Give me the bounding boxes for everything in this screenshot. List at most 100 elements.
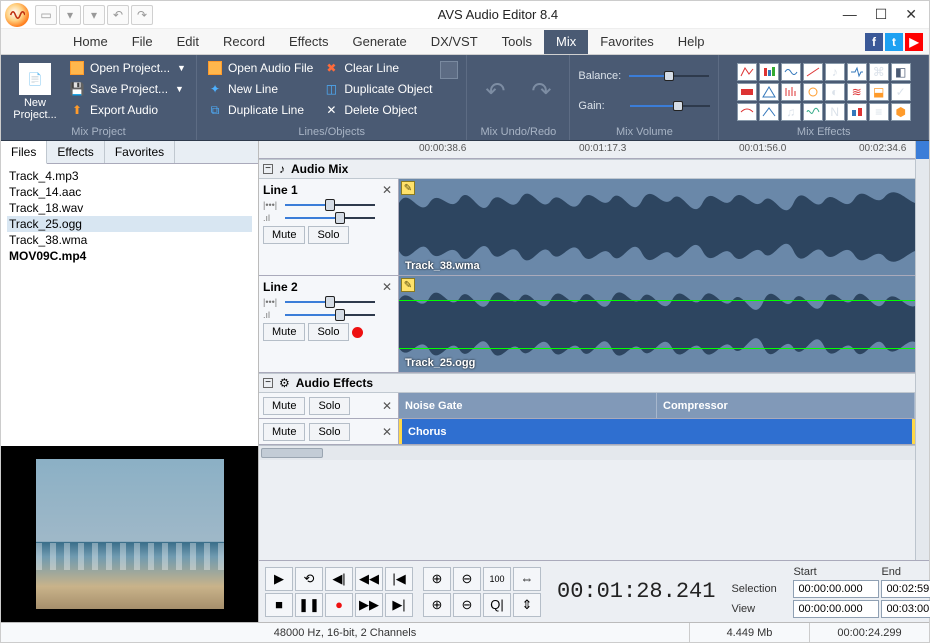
mute-button[interactable]: Mute [263,323,305,341]
solo-button[interactable]: Solo [309,423,349,441]
effect-block[interactable]: Chorus [399,419,915,444]
forward-button[interactable]: ▶▶ [355,593,383,617]
loop-button[interactable]: ⟲ [295,567,323,591]
qat-new-icon[interactable]: ▭ [35,5,57,25]
prev-button[interactable]: ◀| [325,567,353,591]
youtube-icon[interactable]: ▶ [905,33,923,51]
stop-button[interactable]: ■ [265,593,293,617]
view-end[interactable]: 00:03:00.000 [881,600,930,618]
qat-undo-icon[interactable]: ↶ [107,5,129,25]
close-track-icon[interactable]: ✕ [380,280,394,294]
menu-mix[interactable]: Mix [544,30,588,54]
effect-button[interactable]: ♪ [825,63,845,81]
file-item[interactable]: Track_4.mp3 [7,168,252,184]
tab-favorites[interactable]: Favorites [105,141,175,163]
effect-button[interactable] [847,103,867,121]
file-item[interactable]: Track_14.aac [7,184,252,200]
vertical-scrollbar[interactable] [915,159,929,560]
menu-help[interactable]: Help [666,30,717,54]
menu-tools[interactable]: Tools [490,30,544,54]
rewind-button[interactable]: ◀◀ [355,567,383,591]
effect-block[interactable]: Compressor [657,393,915,418]
waveform-area[interactable]: ✎ Track_38.wma [399,179,915,275]
zoom-fit-button[interactable]: Q| [483,593,511,617]
new-line-button[interactable]: ✦New Line [205,80,315,98]
twitter-icon[interactable]: t [885,33,903,51]
facebook-icon[interactable]: f [865,33,883,51]
clear-line-button[interactable]: ✖Clear Line [321,59,434,77]
new-project-button[interactable]: 📄 New Project... [9,59,61,124]
delete-object-button[interactable]: ✕Delete Object [321,101,434,119]
effect-button[interactable] [847,63,867,81]
menu-dxvst[interactable]: DX/VST [419,30,490,54]
zoom-sel-button[interactable]: ⇔ [513,567,541,591]
effect-button[interactable] [803,103,823,121]
file-item[interactable]: MOV09C.mp4 [7,248,252,264]
start-button[interactable]: |◀ [385,567,413,591]
close-button[interactable]: ✕ [905,6,917,23]
horizontal-scrollbar[interactable] [259,445,915,460]
qat-save-icon[interactable]: ▾ [83,5,105,25]
zoom-region-button[interactable]: ⇕ [513,593,541,617]
end-button[interactable]: ▶| [385,593,413,617]
volume-slider[interactable] [285,310,375,320]
zoom-vert-in-button[interactable]: ⊕ [423,593,451,617]
effect-button[interactable]: ◐ [825,83,845,101]
open-project-button[interactable]: Open Project...▼ [67,59,188,77]
close-effect-icon[interactable]: ✕ [380,399,394,413]
vertical-scrollbar[interactable] [915,141,929,159]
mute-button[interactable]: Mute [263,397,305,415]
tab-files[interactable]: Files [1,141,47,164]
play-button[interactable]: ▶ [265,567,293,591]
effect-button[interactable]: ✓ [891,83,911,101]
effect-button[interactable] [803,63,823,81]
balance-slider[interactable] [629,71,709,81]
effect-button[interactable] [759,103,779,121]
collapse-icon[interactable]: − [263,378,273,388]
zoom-in-button[interactable]: ⊕ [423,567,451,591]
timeline-ruler[interactable]: 00:00:38.6 00:01:17.3 00:01:56.0 00:02:3… [259,141,915,159]
mute-button[interactable]: Mute [263,423,305,441]
record-arm-icon[interactable] [352,327,363,338]
effect-button[interactable]: N [825,103,845,121]
waveform-area[interactable]: ✎ Track_25.ogg [399,276,915,372]
pan-slider[interactable] [285,297,375,307]
file-item[interactable]: Track_38.wma [7,232,252,248]
effect-block[interactable]: Noise Gate [399,393,657,418]
sel-end[interactable]: 00:02:59.296 [881,580,930,598]
file-item[interactable]: Track_25.ogg [7,216,252,232]
minimize-button[interactable]: — [843,6,857,23]
menu-favorites[interactable]: Favorites [588,30,665,54]
export-audio-button[interactable]: ⬆Export Audio [67,101,188,119]
record-button[interactable]: ● [325,593,353,617]
save-project-button[interactable]: 💾Save Project...▼ [67,80,188,98]
collapse-icon[interactable]: − [263,164,273,174]
envelope-line[interactable] [399,300,915,301]
redo-button[interactable]: ↷ [521,59,561,124]
duplicate-object-button[interactable]: ◫Duplicate Object [321,80,434,98]
zoom-100-button[interactable]: 100 [483,567,511,591]
effect-button[interactable]: ⬢ [891,103,911,121]
tab-effects[interactable]: Effects [47,141,104,163]
solo-button[interactable]: Solo [309,397,349,415]
close-effect-icon[interactable]: ✕ [380,425,394,439]
effect-button[interactable] [781,63,801,81]
close-track-icon[interactable]: ✕ [380,183,394,197]
menu-generate[interactable]: Generate [340,30,418,54]
menu-record[interactable]: Record [211,30,277,54]
effect-button[interactable] [737,63,757,81]
gain-slider[interactable] [630,101,710,111]
effect-button[interactable] [759,83,779,101]
effect-button[interactable] [781,83,801,101]
effect-button[interactable]: ≋ [847,83,867,101]
qat-redo-icon[interactable]: ↷ [131,5,153,25]
effect-button[interactable] [737,103,757,121]
open-audio-button[interactable]: Open Audio File [205,59,315,77]
menu-file[interactable]: File [120,30,165,54]
edit-marker-icon[interactable]: ✎ [401,278,415,292]
effect-button[interactable]: ⬓ [869,83,889,101]
pan-slider[interactable] [285,200,375,210]
zoom-vert-out-button[interactable]: ⊖ [453,593,481,617]
effect-button[interactable]: ♫ [781,103,801,121]
pause-button[interactable]: ❚❚ [295,593,323,617]
